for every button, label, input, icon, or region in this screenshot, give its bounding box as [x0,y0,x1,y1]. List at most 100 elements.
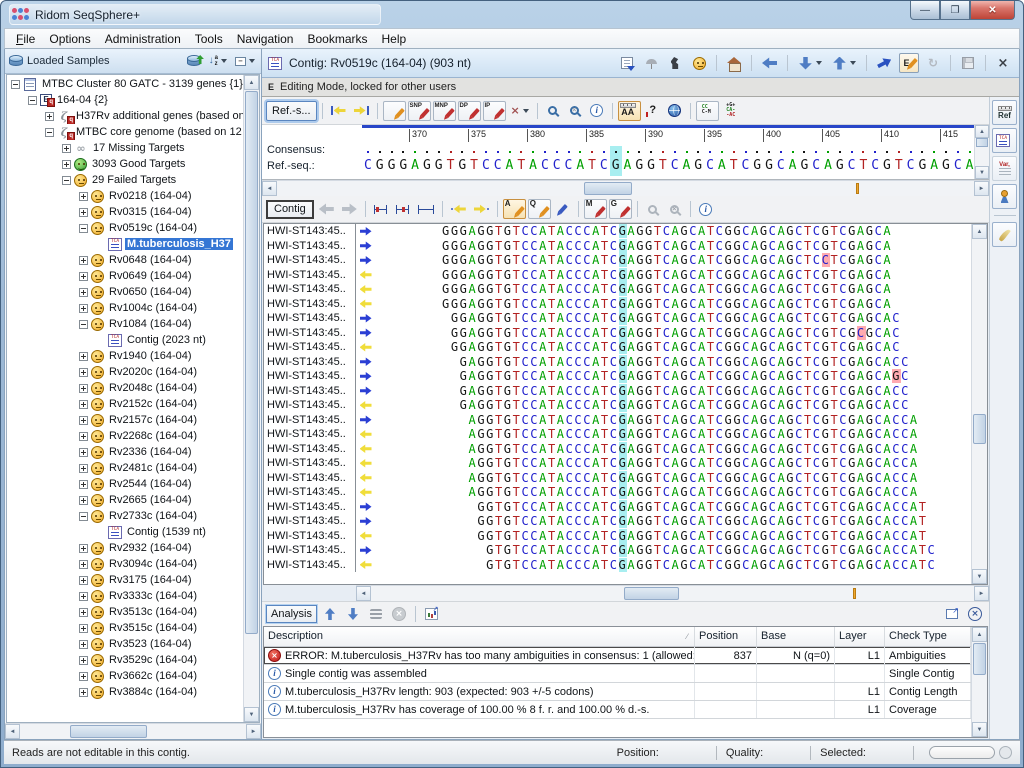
variants-button[interactable]: Var, [992,156,1017,181]
tree-item[interactable]: Rv2268c (164-04) [7,428,243,444]
tree-expander-icon[interactable] [28,96,37,105]
tree-item[interactable]: Rv2020c (164-04) [7,364,243,380]
analysis-button[interactable]: Analysis [266,605,317,623]
tree-item[interactable]: Rv0315 (164-04) [7,204,243,220]
tree-expander-icon[interactable] [79,256,88,265]
tree-expander-icon[interactable] [79,192,88,201]
tree-item[interactable]: TCAContig (2023 nt) [7,332,243,348]
read-name[interactable]: HWI-ST143:45.. [264,384,356,399]
read-name[interactable]: HWI-ST143:45.. [264,224,356,239]
tree-item[interactable]: Rv1084 (164-04) [7,316,243,332]
tree-expander-icon[interactable] [79,272,88,281]
scroll-right-button[interactable]: ► [974,181,989,196]
close-view-icon[interactable]: × [993,53,1013,73]
scroll-up-button[interactable]: ▲ [972,224,987,239]
prev-issue-icon[interactable] [320,604,340,624]
column-header-position[interactable]: Position [695,627,757,646]
read-sequence[interactable]: GGGAGGTGTCCATACCCATCGAGGTCAGCATCGGCAGCAG… [375,282,892,297]
column-header-base[interactable]: Base [757,627,835,646]
span-icon[interactable] [415,199,437,219]
contig-button[interactable]: Contig [266,200,314,219]
tree-item[interactable]: 3093 Good Targets [7,156,243,172]
reads-horizontal-scrollbar[interactable]: ◄ ► [356,585,989,601]
tree-item[interactable]: Rv1940 (164-04) [7,348,243,364]
refresh-icon[interactable]: ↻ [923,53,943,73]
redo-icon[interactable] [339,199,360,219]
tree-item[interactable]: Rv0649 (164-04) [7,268,243,284]
dp-edit-button[interactable]: DP [458,101,481,121]
scroll-up-button[interactable]: ▲ [972,627,987,642]
minimize-button[interactable]: — [910,1,940,20]
clear-marks-icon[interactable]: × [508,101,532,121]
contig-tca-button[interactable]: TCA [992,128,1017,153]
tree-item[interactable]: ζqH37Rv additional genes (based on 1 [7,108,243,124]
next-down-button[interactable] [795,53,825,73]
save-icon[interactable] [958,53,978,73]
scroll-up-button[interactable]: ▲ [244,75,259,90]
sort-az-button[interactable]: ↓ az [207,53,229,69]
read-name[interactable]: HWI-ST143:45.. [264,253,356,268]
prev-position-icon[interactable] [448,199,469,219]
tree-expander-icon[interactable] [62,176,71,185]
read-name[interactable]: HWI-ST143:45.. [264,543,356,558]
codon-compare-icon[interactable]: CCC-M [696,101,719,121]
edit-base-button[interactable] [383,101,406,121]
read-name[interactable]: HWI-ST143:45.. [264,485,356,500]
scrollbar-thumb[interactable] [976,138,988,147]
popout-panel-icon[interactable] [942,604,962,624]
read-sequence[interactable]: GAGGTGTCCATACCCATCGAGGTCAGCATCGGCAGCAGCT… [375,369,910,384]
read-name[interactable]: HWI-ST143:45.. [264,369,356,384]
clear-issues-icon[interactable]: × [389,604,409,624]
tree-expander-icon[interactable] [79,416,88,425]
tree-expander-icon[interactable] [79,688,88,697]
menu-item-tools[interactable]: Tools [188,30,230,48]
export-task-icon[interactable] [617,53,637,73]
tree-expander-icon[interactable] [79,608,88,617]
tree-item[interactable]: Rv1004c (164-04) [7,300,243,316]
read-name[interactable]: HWI-ST143:45.. [264,456,356,471]
ref-select-button[interactable]: Ref.-s... [266,101,317,121]
scroll-left-button[interactable]: ◄ [262,181,277,196]
close-panel-icon[interactable]: × [965,604,985,624]
scroll-left-button[interactable]: ◄ [356,586,371,601]
tree-expander-icon[interactable] [79,288,88,297]
mismatch-edit-button[interactable]: M [584,199,607,219]
next-issue-icon[interactable] [343,604,363,624]
read-name[interactable]: HWI-ST143:45.. [264,558,356,573]
support-smiley-icon[interactable] [689,53,709,73]
tree-expander-icon[interactable] [79,496,88,505]
read-sequence[interactable]: GGAGGTGTCCATACCCATCGAGGTCAGCATCGGCAGCAGC… [375,326,901,341]
export-chart-icon[interactable] [422,604,442,624]
trim-mid-icon[interactable] [393,199,413,219]
tree-item[interactable]: 29 Failed Targets [7,172,243,188]
tree-item[interactable]: Rv2336 (164-04) [7,444,243,460]
tree-expander-icon[interactable] [79,400,88,409]
next-position-icon[interactable] [471,199,492,219]
tree-vertical-scrollbar[interactable]: ▲ ▼ [243,75,259,722]
column-header-layer[interactable]: Layer [835,627,885,646]
tree-expander-icon[interactable] [79,384,88,393]
tree-item[interactable]: Rv2048c (164-04) [7,380,243,396]
tree-item[interactable]: TCAM.tuberculosis_H37 [7,236,243,252]
read-sequence[interactable]: GGGAGGTGTCCATACCCATCGAGGTCAGCATCGGCAGCAG… [375,224,892,239]
tree-item[interactable]: Rv3662c (164-04) [7,668,243,684]
pipeline-icon[interactable] [665,53,685,73]
tree-item[interactable]: Rv0648 (164-04) [7,252,243,268]
home-button[interactable] [724,53,744,73]
read-name[interactable]: HWI-ST143:45.. [264,311,356,326]
scroll-right-button[interactable]: ► [246,724,261,739]
reference-sequence-view[interactable]: 370375380385390395400405410415 CGGGAGGTG… [362,125,974,179]
tree-item[interactable]: Rv2152c (164-04) [7,396,243,412]
read-sequence[interactable]: AGGTGTCCATACCCATCGAGGTCAGCATCGGCAGCAGCTC… [375,427,919,442]
read-sequence[interactable]: AGGTGTCCATACCCATCGAGGTCAGCATCGGCAGCAGCTC… [375,456,919,471]
read-sequence[interactable]: GGTGTCCATACCCATCGAGGTCAGCATCGGCAGCAGCTCG… [375,500,928,515]
scroll-down-button[interactable]: ▼ [244,707,259,722]
tree-expander-icon[interactable] [79,640,88,649]
scroll-right-button[interactable]: ► [974,586,989,601]
tree-expander-icon[interactable] [79,672,88,681]
read-sequence[interactable]: GAGGTGTCCATACCCATCGAGGTCAGCATCGGCAGCAGCT… [375,384,910,399]
scroll-down-button[interactable]: ▼ [972,722,987,737]
upload-server-icon[interactable] [641,53,661,73]
tree-expander-icon[interactable] [79,224,88,233]
column-header-description[interactable]: Description∕ [264,627,695,646]
